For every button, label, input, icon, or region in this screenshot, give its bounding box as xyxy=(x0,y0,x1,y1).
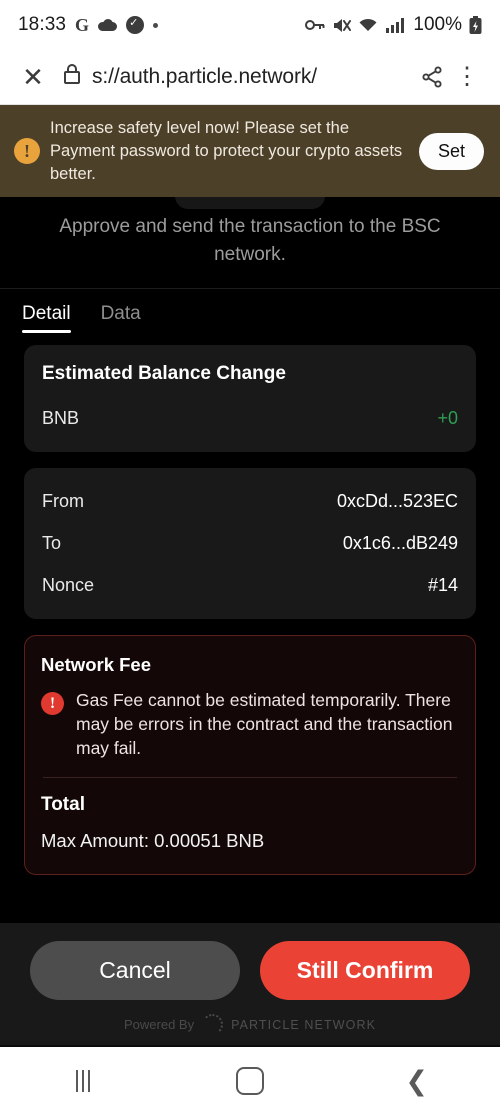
recents-icon[interactable] xyxy=(48,1070,118,1092)
transaction-details-card: From 0xcDd...523EC To 0x1c6...dB249 Nonc… xyxy=(24,468,476,620)
lock-icon xyxy=(64,63,80,84)
asset-label: BNB xyxy=(42,408,80,429)
table-row: BNB +0 xyxy=(42,403,458,434)
button-row: Cancel Still Confirm xyxy=(30,941,470,1000)
home-icon[interactable] xyxy=(215,1067,285,1095)
table-row: To 0x1c6...dB249 xyxy=(42,528,458,559)
url-text[interactable]: s://auth.particle.network/ xyxy=(92,65,414,89)
network-fee-title: Network Fee xyxy=(41,654,152,676)
dapp-content: Approve and send the transaction to the … xyxy=(0,197,500,1045)
brand-label: PARTICLE NETWORK xyxy=(231,1017,377,1032)
from-label: From xyxy=(42,491,84,512)
status-bar-right: 100% xyxy=(305,14,482,36)
powered-by-label: Powered By xyxy=(123,1017,195,1032)
table-row: From 0xcDd...523EC xyxy=(42,486,458,517)
scrolled-content-pill xyxy=(175,197,325,210)
to-value[interactable]: 0x1c6...dB249 xyxy=(343,533,458,554)
error-exclamation-icon: ! xyxy=(41,692,64,716)
still-confirm-button[interactable]: Still Confirm xyxy=(260,941,470,1000)
back-chevron-icon[interactable]: ❮ xyxy=(382,1067,452,1095)
balance-card-title: Estimated Balance Change xyxy=(42,363,286,385)
from-value[interactable]: 0xcDd...523EC xyxy=(337,491,458,512)
gas-fee-alert: ! Gas Fee cannot be estimated temporaril… xyxy=(41,689,459,776)
approve-description: Approve and send the transaction to the … xyxy=(0,197,500,290)
status-time: 18:33 xyxy=(18,14,67,35)
signal-icon xyxy=(386,17,405,33)
safety-banner: ! Increase safety level now! Please set … xyxy=(0,105,500,198)
estimated-balance-change-card: Estimated Balance Change BNB +0 xyxy=(24,345,476,453)
gas-fee-alert-text: Gas Fee cannot be estimated temporarily.… xyxy=(76,690,453,758)
android-nav-bar: ❮ xyxy=(0,1045,500,1115)
mute-icon xyxy=(334,18,352,32)
table-row: Nonce #14 xyxy=(42,570,458,601)
wifi-icon xyxy=(359,18,377,33)
tab-data[interactable]: Data xyxy=(101,303,141,333)
dot-icon xyxy=(153,22,159,28)
status-bar: 18:33 G ✓ 100% xyxy=(0,0,500,50)
google-icon: G xyxy=(75,14,90,35)
action-footer: Cancel Still Confirm Powered By PARTICLE… xyxy=(0,923,500,1045)
battery-percent: 100% xyxy=(413,14,462,35)
cloud-icon xyxy=(98,18,118,32)
nonce-value: #14 xyxy=(427,575,458,596)
watch-icon xyxy=(126,16,145,34)
battery-charging-icon xyxy=(469,15,482,34)
cards-container: Estimated Balance Change BNB +0 From 0xc… xyxy=(0,333,500,923)
phone-screen: 18:33 G ✓ 100% ✕ s://auth.particle.netwo… xyxy=(0,0,500,1115)
close-icon[interactable]: ✕ xyxy=(16,64,50,90)
divider xyxy=(43,776,457,778)
cancel-button[interactable]: Cancel xyxy=(30,941,240,1000)
browser-toolbar: ✕ s://auth.particle.network/ ⋮ xyxy=(0,50,500,105)
set-password-button[interactable]: Set xyxy=(418,132,484,170)
tab-bar: Detail Data xyxy=(0,289,500,334)
share-icon[interactable] xyxy=(414,65,450,89)
warning-exclamation-icon: ! xyxy=(14,138,40,165)
total-value: Max Amount: 0.00051 BNB xyxy=(41,829,265,851)
tab-detail[interactable]: Detail xyxy=(22,303,71,334)
more-vertical-icon[interactable]: ⋮ xyxy=(450,65,484,89)
to-label: To xyxy=(42,533,62,554)
powered-by: Powered By PARTICLE NETWORK xyxy=(30,1014,470,1035)
total-title: Total xyxy=(41,793,85,815)
particle-swirl-icon xyxy=(202,1014,224,1035)
banner-message: Increase safety level now! Please set th… xyxy=(50,119,403,183)
network-fee-card: Network Fee ! Gas Fee cannot be estimate… xyxy=(24,635,476,875)
asset-change-value: +0 xyxy=(437,408,458,429)
vpn-key-icon xyxy=(305,20,325,30)
nonce-label: Nonce xyxy=(42,575,95,596)
status-bar-left: 18:33 G xyxy=(18,14,159,36)
